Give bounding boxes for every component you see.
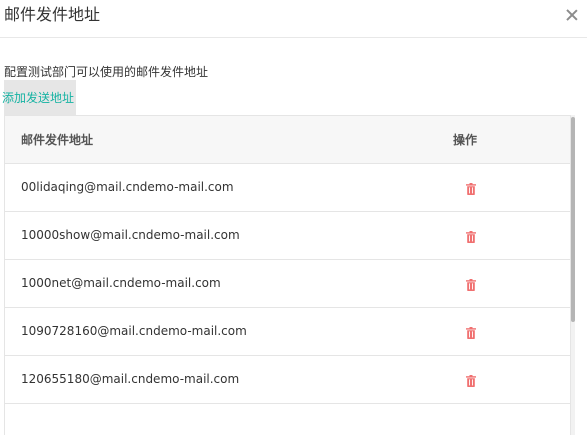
scrollbar-thumb[interactable] [571, 117, 575, 322]
add-sender-address-link[interactable]: 添加发送地址 [1, 80, 76, 116]
table-row-partial [5, 404, 570, 435]
add-sender-address-label: 添加发送地址 [1, 91, 74, 105]
column-header-email: 邮件发件地址 [21, 133, 94, 147]
table-row: 00lidaqing@mail.cndemo-mail.com [5, 164, 570, 212]
email-cell: 1090728160@mail.cndemo-mail.com [21, 324, 247, 338]
trash-icon[interactable] [466, 279, 476, 291]
trash-icon[interactable] [466, 231, 476, 243]
email-cell: 10000show@mail.cndemo-mail.com [21, 228, 240, 242]
email-cell: 1000net@mail.cndemo-mail.com [21, 276, 221, 290]
sender-address-table: 邮件发件地址 操作 00lidaqing@mail.cndemo-mail.co… [4, 115, 571, 435]
table-row: 10000show@mail.cndemo-mail.com [5, 212, 570, 260]
trash-icon[interactable] [466, 327, 476, 339]
table-scrollbar[interactable] [571, 115, 575, 435]
dialog-title: 邮件发件地址 [4, 5, 101, 24]
table-header: 邮件发件地址 操作 [5, 116, 570, 164]
dialog-header: 邮件发件地址 [0, 0, 587, 38]
column-header-operation: 操作 [453, 133, 478, 147]
table-row: 1000net@mail.cndemo-mail.com [5, 260, 570, 308]
email-cell: 00lidaqing@mail.cndemo-mail.com [21, 180, 234, 194]
table-row: 120655180@mail.cndemo-mail.com [5, 356, 570, 404]
close-icon[interactable] [565, 8, 579, 22]
trash-icon[interactable] [466, 183, 476, 195]
trash-icon[interactable] [466, 375, 476, 387]
table-row: 1090728160@mail.cndemo-mail.com [5, 308, 570, 356]
email-cell: 120655180@mail.cndemo-mail.com [21, 372, 240, 386]
description-text: 配置测试部门可以使用的邮件发件地址 [4, 65, 209, 79]
